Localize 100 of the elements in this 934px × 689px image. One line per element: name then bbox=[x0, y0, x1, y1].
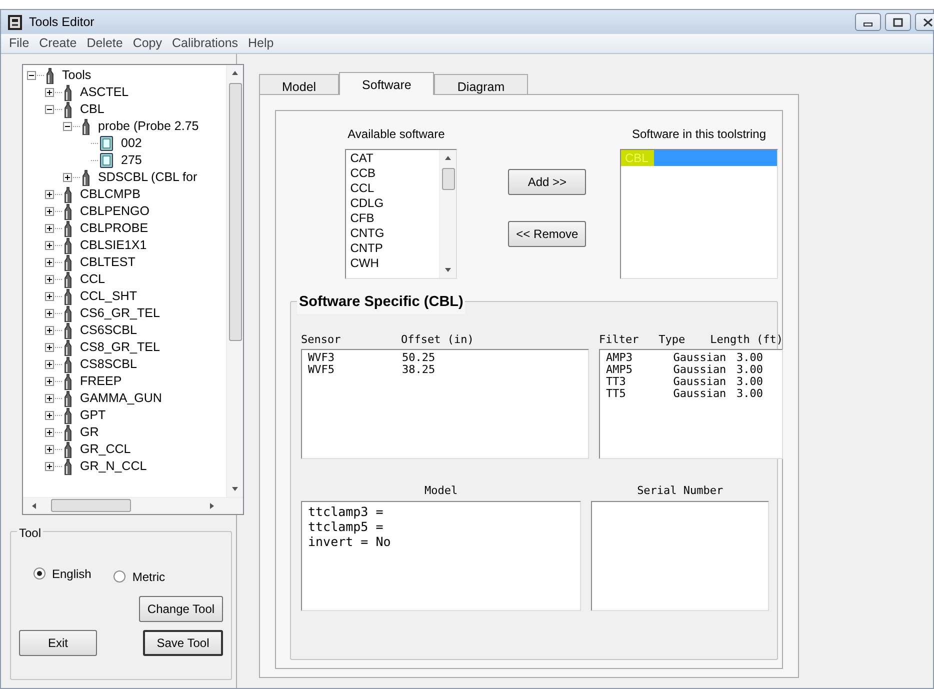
list-item[interactable]: CWH bbox=[346, 256, 440, 271]
scroll-up-icon bbox=[231, 70, 239, 76]
expand-icon[interactable] bbox=[45, 190, 54, 199]
column-header: Filter bbox=[599, 332, 640, 348]
model-text-box[interactable]: ttclamp3 = ttclamp5 = invert = No bbox=[301, 501, 582, 611]
tree-label[interactable]: CBLPROBE bbox=[80, 219, 148, 238]
tree-label[interactable]: 275 bbox=[121, 151, 142, 170]
tree-label[interactable]: CS6_GR_TEL bbox=[80, 304, 160, 323]
tab[interactable]: Model bbox=[259, 74, 340, 94]
tree-label[interactable]: GPT bbox=[80, 406, 106, 425]
add-button[interactable]: Add >> bbox=[508, 169, 586, 195]
window-title: Tools Editor bbox=[29, 14, 94, 31]
list-item[interactable]: CCL bbox=[346, 181, 440, 196]
vertical-scrollbar[interactable] bbox=[439, 150, 456, 278]
table-cell-text: 3.00 bbox=[736, 376, 764, 388]
expand-icon[interactable] bbox=[63, 173, 72, 182]
table-cell-text: WVF5 bbox=[308, 364, 336, 376]
calibration-icon bbox=[100, 153, 113, 168]
expand-icon[interactable] bbox=[45, 275, 54, 284]
remove-button[interactable]: << Remove bbox=[508, 221, 586, 247]
expand-icon[interactable] bbox=[45, 428, 54, 437]
expand-icon[interactable] bbox=[45, 360, 54, 369]
tree-label[interactable]: CBLTEST bbox=[80, 253, 136, 272]
expand-icon[interactable] bbox=[45, 88, 54, 97]
exit-button[interactable]: Exit bbox=[19, 630, 97, 656]
expand-icon[interactable] bbox=[45, 224, 54, 233]
expand-icon[interactable] bbox=[45, 462, 54, 471]
scroll-thumb[interactable] bbox=[228, 83, 242, 341]
expand-icon[interactable] bbox=[45, 309, 54, 318]
tab[interactable]: Software bbox=[339, 72, 434, 95]
menu-item[interactable]: Create bbox=[35, 34, 81, 53]
app-icon bbox=[7, 14, 23, 30]
calibration-icon bbox=[100, 136, 113, 151]
expand-icon[interactable] bbox=[45, 394, 54, 403]
column-header: Offset (in) bbox=[401, 332, 475, 348]
scroll-thumb[interactable] bbox=[442, 168, 455, 190]
change-tool-button[interactable]: Change Tool bbox=[139, 596, 223, 622]
tree-label[interactable]: CBL bbox=[80, 100, 104, 119]
tree-label[interactable]: CS6SCBL bbox=[80, 321, 137, 340]
menu-item[interactable]: Copy bbox=[128, 34, 166, 53]
column-header: Length (ft) bbox=[710, 332, 783, 348]
expand-icon[interactable] bbox=[45, 292, 54, 301]
expand-icon[interactable] bbox=[45, 326, 54, 335]
horizontal-scrollbar[interactable] bbox=[23, 496, 243, 514]
collapse-icon[interactable] bbox=[27, 71, 36, 80]
menu-item[interactable]: Help bbox=[244, 34, 278, 53]
tab[interactable]: Diagram bbox=[434, 74, 528, 94]
close-button[interactable] bbox=[915, 13, 934, 31]
expand-icon[interactable] bbox=[45, 411, 54, 420]
table-cell-text: TT5 bbox=[606, 388, 627, 400]
collapse-icon[interactable] bbox=[63, 122, 72, 131]
bottle-icon bbox=[82, 170, 90, 186]
radio-button[interactable] bbox=[33, 567, 46, 580]
radio-label[interactable]: Metric bbox=[132, 568, 166, 586]
menu-item[interactable]: Delete bbox=[82, 34, 127, 53]
maximize-button[interactable] bbox=[885, 13, 911, 31]
tree-label[interactable]: FREEP bbox=[80, 372, 122, 391]
tree-label[interactable]: 002 bbox=[121, 134, 142, 153]
radio-label[interactable]: English bbox=[52, 564, 92, 583]
minimize-button[interactable] bbox=[855, 13, 881, 31]
tree-label[interactable]: GR_CCL bbox=[80, 440, 131, 459]
list-item[interactable]: CNTP bbox=[346, 241, 440, 256]
scroll-thumb[interactable] bbox=[51, 499, 131, 512]
text-line: ttclamp5 = bbox=[308, 519, 384, 534]
tree-label[interactable]: Tools bbox=[62, 66, 92, 85]
tree-label[interactable]: CBLPENGO bbox=[80, 202, 150, 221]
tree-label[interactable]: SDSCBL (CBL for bbox=[98, 168, 198, 187]
radio-button[interactable] bbox=[113, 570, 126, 584]
expand-icon[interactable] bbox=[45, 343, 54, 352]
collapse-icon[interactable] bbox=[45, 105, 54, 114]
list-item[interactable]: CAT bbox=[346, 151, 440, 166]
tree-label[interactable]: GAMMA_GUN bbox=[80, 389, 162, 408]
list-item[interactable]: CFB bbox=[346, 211, 440, 226]
menu-item[interactable]: File bbox=[5, 34, 34, 53]
expand-icon[interactable] bbox=[45, 207, 54, 216]
list-item[interactable]: CDLG bbox=[346, 196, 440, 211]
expand-icon[interactable] bbox=[45, 445, 54, 454]
tree-label[interactable]: GR_N_CCL bbox=[80, 457, 147, 476]
tree-label[interactable]: CCL_SHT bbox=[80, 287, 137, 306]
list-item[interactable]: CCB bbox=[346, 166, 440, 181]
list-item[interactable]: CNTG bbox=[346, 226, 440, 241]
table-cell-text: Gaussian bbox=[673, 364, 728, 376]
tree-label[interactable]: CS8_GR_TEL bbox=[80, 338, 160, 357]
tree-label[interactable]: CCL bbox=[80, 270, 106, 289]
expand-icon[interactable] bbox=[45, 241, 54, 250]
tree-label[interactable]: CS8SCBL bbox=[80, 355, 137, 374]
vertical-scrollbar[interactable] bbox=[226, 65, 243, 497]
menu-item[interactable]: Calibrations bbox=[168, 34, 242, 53]
scroll-up-icon bbox=[444, 155, 452, 161]
expand-icon[interactable] bbox=[45, 258, 54, 267]
table-cell-text: 38.25 bbox=[402, 364, 436, 376]
save-tool-button[interactable]: Save Tool bbox=[143, 630, 223, 656]
tree-label[interactable]: CBLCMPB bbox=[80, 185, 140, 204]
table-cell-text: 3.00 bbox=[736, 364, 764, 376]
expand-icon[interactable] bbox=[45, 377, 54, 386]
tree-label[interactable]: GR bbox=[80, 423, 99, 442]
tree-label[interactable]: probe (Probe 2.75 bbox=[98, 117, 199, 136]
bottle-icon bbox=[82, 118, 90, 134]
tree-label[interactable]: ASCTEL bbox=[80, 83, 129, 102]
tree-label[interactable]: CBLSIE1X1 bbox=[80, 236, 147, 255]
